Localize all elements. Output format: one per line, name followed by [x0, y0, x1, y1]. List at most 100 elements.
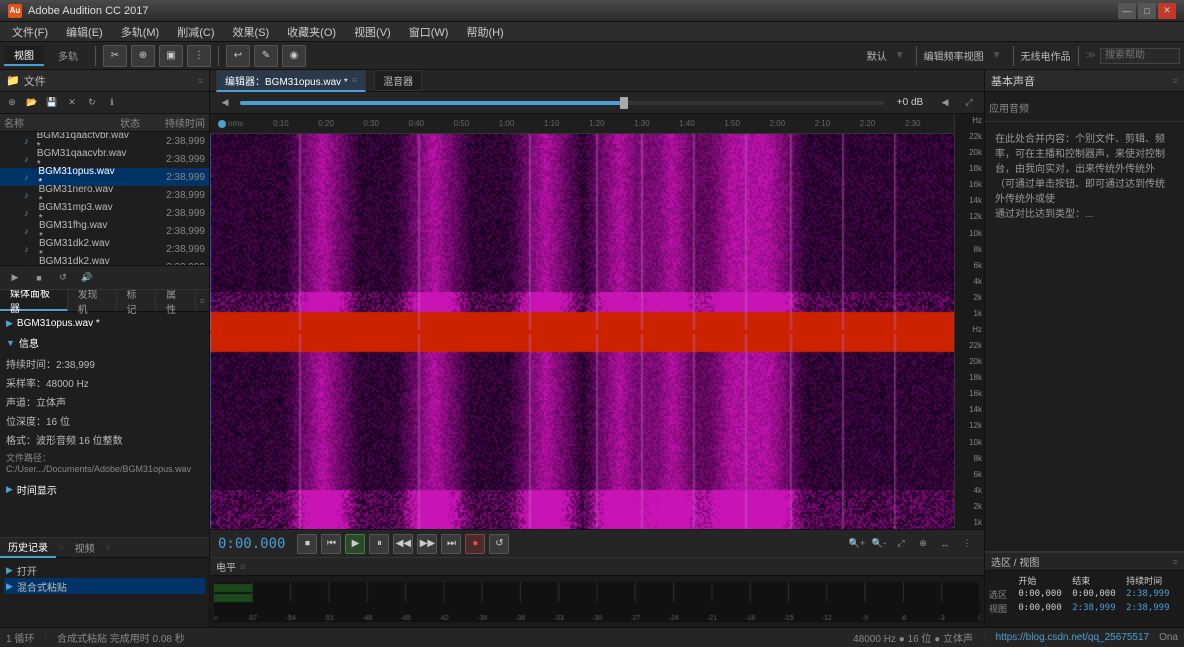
- zoom-fit-btn[interactable]: ⤢: [892, 536, 910, 552]
- prev-btn[interactable]: ⏮: [321, 534, 341, 554]
- info-duration: 持续时间：2:38,999: [6, 356, 203, 371]
- minimize-button[interactable]: —: [1118, 3, 1136, 19]
- freq-label-23: 4k: [955, 486, 984, 495]
- freq-label-1: 22k: [955, 132, 984, 141]
- menu-effects[interactable]: 效果(S): [225, 22, 278, 42]
- menu-favorites[interactable]: 收藏夹(O): [279, 22, 344, 42]
- time-section[interactable]: ▶ 时间显示: [6, 482, 203, 497]
- play-file-btn[interactable]: ▶: [6, 270, 24, 286]
- playhead-marker[interactable]: [218, 120, 226, 128]
- file-open-btn[interactable]: 📂: [23, 95, 41, 111]
- file-panel-header: 📁 文件 ≡: [0, 70, 209, 92]
- vol-left-btn[interactable]: ◀: [216, 95, 234, 111]
- pause-btn[interactable]: ⏸: [369, 534, 389, 554]
- toolbar-no-effect: 无线电作品: [1021, 48, 1071, 63]
- menu-multi[interactable]: 多轨(M): [113, 22, 168, 42]
- zoom-out-btn[interactable]: 🔍-: [870, 536, 888, 552]
- file-close-btn[interactable]: ✕: [63, 95, 81, 111]
- tab-media[interactable]: 媒体面板器: [0, 290, 68, 311]
- file-list: ♪ BGM31qaactvbr.wav * 2:38,999♪ BGM31qaa…: [0, 132, 209, 265]
- menu-view[interactable]: 视图(V): [346, 22, 399, 42]
- stop-file-btn[interactable]: ■: [30, 270, 48, 286]
- history-tabs: 历史记录 ≡ 视频 ≡: [0, 538, 209, 558]
- file-icon: ♪: [24, 226, 36, 236]
- vol-file-btn[interactable]: 🔊: [78, 270, 96, 286]
- time-marker-8: 1:20: [589, 119, 634, 128]
- expand-btn[interactable]: ⤢: [960, 95, 978, 111]
- file-refresh-btn[interactable]: ↻: [83, 95, 101, 111]
- menu-edit[interactable]: 编辑(E): [58, 22, 111, 42]
- info-path-text: 文件路径：C:/User.../Documents/Adobe/BGM31opu…: [6, 453, 191, 474]
- file-new-btn[interactable]: ⊕: [3, 95, 21, 111]
- toolbar-btn4[interactable]: ⋮: [187, 45, 211, 67]
- toolbar-btn5[interactable]: ↩: [226, 45, 250, 67]
- freq-label-22: 6k: [955, 470, 984, 479]
- menu-help[interactable]: 帮助(H): [458, 22, 511, 42]
- toolbar-multi[interactable]: 多轨: [48, 46, 88, 66]
- level-content: [210, 576, 984, 627]
- menu-file[interactable]: 文件(F): [4, 22, 56, 42]
- play-btn[interactable]: ▶: [345, 534, 365, 554]
- zoom-full-btn[interactable]: ↔: [936, 536, 954, 552]
- toolbar-btn3[interactable]: ▣: [159, 45, 183, 67]
- record-btn[interactable]: ●: [465, 534, 485, 554]
- vol-right-btn[interactable]: ◀: [936, 95, 954, 111]
- toolbar-view[interactable]: 视图: [4, 46, 44, 66]
- tab-marks[interactable]: 标记: [117, 290, 157, 311]
- sel-view-row: 视图 0:00,000 2:38,999 2:38,999: [989, 601, 1180, 615]
- history-icon: ▶: [6, 581, 13, 592]
- file-name-section[interactable]: ▶ BGM31opus.wav *: [6, 318, 203, 329]
- right-audio-section: 应用音频: [985, 92, 1184, 122]
- editor-tab-main[interactable]: 编辑器：BGM31opus.wav * ≡: [216, 70, 366, 92]
- info-tabs: 媒体面板器 发现机 标记 属性 ≡: [0, 290, 209, 312]
- toolbar-btn6[interactable]: ✎: [254, 45, 278, 67]
- toolbar-sep5: [1078, 46, 1079, 66]
- sel-col-start: 开始: [1018, 574, 1072, 587]
- freq-label-25: 1k: [955, 518, 984, 527]
- file-icon: ♪: [24, 136, 34, 146]
- close-button[interactable]: ✕: [1158, 3, 1176, 19]
- tab-video[interactable]: 视频: [67, 538, 103, 557]
- rewind-btn[interactable]: ◀◀: [393, 534, 413, 554]
- tab-history[interactable]: 历史记录: [0, 537, 56, 558]
- file-save-btn[interactable]: 💾: [43, 95, 61, 111]
- time-section-label: 时间显示: [17, 482, 57, 497]
- loop-file-btn[interactable]: ↺: [54, 270, 72, 286]
- file-panel-icon: 📁: [6, 74, 20, 87]
- info-bitdepth: 位深度：16 位: [6, 413, 203, 428]
- history-item-0[interactable]: ▶ 打开: [4, 562, 205, 578]
- toolbar-btn7[interactable]: ◉: [282, 45, 306, 67]
- editor-tab-mixer[interactable]: 混音器: [374, 70, 422, 91]
- spectrogram-canvas-container[interactable]: [210, 134, 954, 529]
- zoom-in-btn[interactable]: 🔍+: [848, 536, 866, 552]
- file-info-btn[interactable]: ℹ: [103, 95, 121, 111]
- info-section-expand[interactable]: ▼ 信息: [6, 335, 203, 350]
- file-panel-title: 文件: [24, 73, 46, 89]
- menu-clip[interactable]: 削减(C): [169, 22, 222, 42]
- status-url[interactable]: https://blog.csdn.net/qq_25675517: [996, 632, 1149, 643]
- sel-selection-row: 选区 0:00,000 0:00,000 2:38,999: [989, 587, 1180, 601]
- maximize-button[interactable]: □: [1138, 3, 1156, 19]
- ffwd-btn[interactable]: ▶▶: [417, 534, 437, 554]
- search-input[interactable]: [1100, 48, 1180, 64]
- time-marker-12: 2:00: [770, 119, 815, 128]
- col-name-label: 名称: [4, 115, 110, 130]
- file-duration: 2:38,999: [153, 172, 205, 183]
- history-item-1[interactable]: ▶ 混合式粘贴: [4, 578, 205, 594]
- tab-props[interactable]: 属性: [156, 290, 196, 311]
- next-btn[interactable]: ⏭: [441, 534, 461, 554]
- volume-track[interactable]: [240, 101, 884, 105]
- file-icon: ♪: [24, 154, 34, 164]
- toolbar-btn2[interactable]: ⊕: [131, 45, 155, 67]
- freq-label-11: 2k: [955, 293, 984, 302]
- loop-ctrl-btn[interactable]: ↺: [489, 534, 509, 554]
- file-item-7[interactable]: ♪ BGM31dk2.wav * 2:38,999: [0, 258, 209, 265]
- tab-effects[interactable]: 发现机: [68, 290, 117, 311]
- menu-window[interactable]: 窗口(W): [401, 22, 457, 42]
- stop-btn[interactable]: ⏹: [297, 534, 317, 554]
- toolbar-btn1[interactable]: ✂: [103, 45, 127, 67]
- zoom-sel-btn[interactable]: ⊕: [914, 536, 932, 552]
- more-btn[interactable]: ⋮: [958, 536, 976, 552]
- status-format: 48000 Hz ● 16 位 ● 立体声: [853, 630, 973, 645]
- time-marker-7: 1:10: [544, 119, 589, 128]
